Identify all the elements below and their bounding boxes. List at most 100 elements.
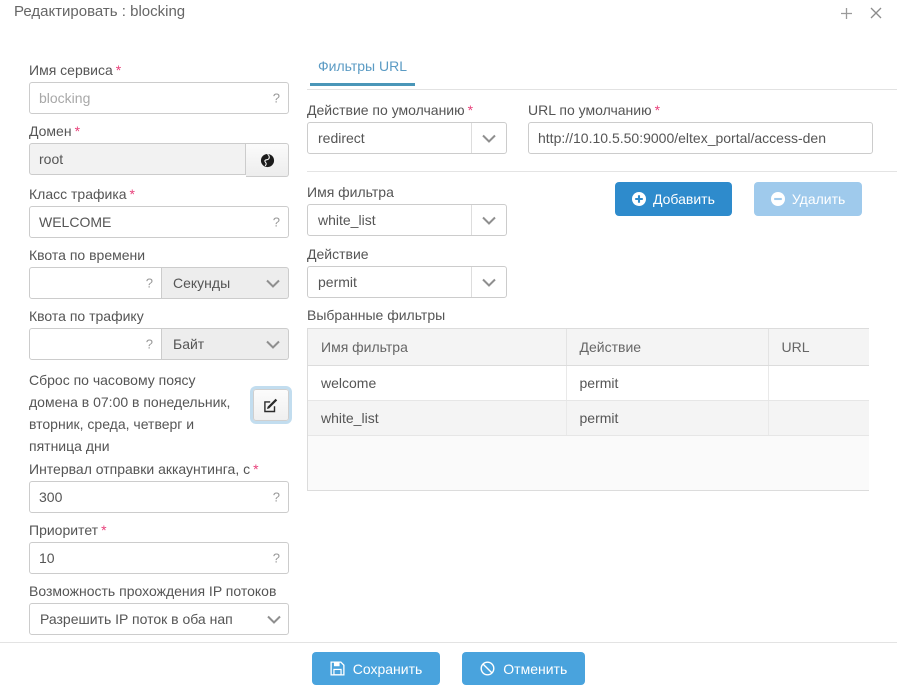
ip-flow-value: Разрешить IP поток в оба нап [30,611,260,627]
field-action: Действие permit [307,246,897,298]
required-asterisk: * [101,522,106,538]
required-asterisk: * [116,62,121,78]
column-header-url: URL [768,329,869,366]
plus-icon[interactable] [835,2,857,24]
delete-filter-label: Удалить [792,191,845,207]
tab-bar: Фильтры URL [307,58,897,90]
field-traffic-quota: Квота по трафику ? Байт [29,308,289,360]
required-asterisk: * [75,123,80,139]
filter-name-select[interactable]: white_list [307,204,507,236]
default-action-value: redirect [308,130,471,146]
action-select[interactable]: permit [307,266,507,298]
time-quota-unit-select[interactable]: Секунды [162,267,289,299]
default-action-select[interactable]: redirect [307,122,507,154]
delete-filter-button[interactable]: Удалить [754,182,862,216]
selected-filters-table: Имя фильтра Действие URL welcome permit … [307,328,869,491]
tab-url-filters[interactable]: Фильтры URL [310,58,415,86]
section-divider [307,171,897,172]
ip-flow-select[interactable]: Разрешить IP поток в оба нап [29,603,289,635]
plus-circle-icon [632,192,646,206]
action-label: Действие [307,246,507,263]
service-name-label: Имя сервиса* [29,62,289,79]
cell-url [768,401,869,436]
minus-circle-icon [771,192,785,206]
field-filter-name: Имя фильтра white_list [307,184,507,236]
close-icon[interactable] [865,2,887,24]
chevron-down-icon [471,123,506,153]
globe-icon[interactable] [246,143,289,177]
floppy-save-icon [330,661,345,676]
add-filter-label: Добавить [653,191,715,207]
action-value: permit [308,274,471,290]
ip-flow-label: Возможность прохождения IP потоков [29,583,289,600]
save-button[interactable]: Сохранить [312,652,441,685]
table-header-row: Имя фильтра Действие URL [308,329,869,366]
time-quota-label: Квота по времени [29,247,289,264]
chevron-down-icon [266,279,280,288]
field-domain: Домен* [29,123,289,177]
traffic-class-label: Класс трафика* [29,186,289,203]
default-settings-row: Действие по умолчанию* redirect URL по у… [307,102,897,154]
required-asterisk: * [130,186,135,202]
domain-input[interactable] [29,143,246,175]
dialog-header: Редактировать : blocking [0,0,897,36]
time-quota-unit-value: Секунды [173,275,230,291]
field-service-name: Имя сервиса* ? [29,62,289,114]
header-actions [835,2,887,24]
cancel-button[interactable]: Отменить [462,652,585,685]
priority-input[interactable] [29,542,289,574]
edit-pencil-icon[interactable] [253,389,289,421]
dialog-footer: Сохранить Отменить [0,642,897,688]
field-default-action: Действие по умолчанию* redirect [307,102,507,154]
traffic-quota-unit-select[interactable]: Байт [162,328,289,360]
time-quota-input[interactable] [29,267,162,299]
accounting-interval-input[interactable] [29,481,289,513]
field-time-quota: Квота по времени ? Секунды [29,247,289,299]
table-row[interactable]: white_list permit [308,401,869,436]
domain-label: Домен* [29,123,289,140]
dialog-body: Имя сервиса* ? Домен* Клас [0,36,897,642]
filter-name-label: Имя фильтра [307,184,507,201]
column-header-action: Действие [566,329,768,366]
add-filter-button[interactable]: Добавить [615,182,732,216]
timezone-reset-text: Сброс по часовому поясу домена в 07:00 в… [29,369,234,457]
chevron-down-icon [471,267,506,297]
cell-action: permit [566,401,768,436]
cell-action: permit [566,366,768,401]
cell-url [768,366,869,401]
filter-name-value: white_list [308,212,471,228]
field-priority: Приоритет* ? [29,522,289,574]
traffic-quota-input[interactable] [29,328,162,360]
column-header-filter-name: Имя фильтра [308,329,566,366]
table-row[interactable]: welcome permit [308,366,869,401]
selected-filters-label: Выбранные фильтры [307,307,897,323]
timezone-reset-block: Сброс по часовому поясу домена в 07:00 в… [29,369,289,457]
save-button-label: Сохранить [353,661,423,677]
chevron-down-icon [260,604,288,634]
field-traffic-class: Класс трафика* ? [29,186,289,238]
field-default-url: URL по умолчанию* [528,102,873,154]
field-ip-flow: Возможность прохождения IP потоков Разре… [29,583,289,635]
accounting-interval-label: Интервал отправки аккаунтинга, с* [29,461,289,478]
dialog-title: Редактировать : blocking [14,3,185,20]
ban-circle-icon [480,661,495,676]
field-accounting-interval: Интервал отправки аккаунтинга, с* ? [29,461,289,513]
left-form-column: Имя сервиса* ? Домен* Клас [29,62,289,644]
filter-action-buttons: Добавить Удалить [615,182,862,216]
required-asterisk: * [468,102,473,118]
service-name-input[interactable] [29,82,289,114]
default-action-label: Действие по умолчанию* [307,102,507,119]
right-panel-column: Фильтры URL Действие по умолчанию* redir… [307,58,897,491]
priority-label: Приоритет* [29,522,289,539]
traffic-quota-label: Квота по трафику [29,308,289,325]
cell-filter-name: white_list [308,401,566,436]
traffic-quota-unit-value: Байт [173,336,204,352]
default-url-input[interactable] [528,122,873,154]
default-url-label: URL по умолчанию* [528,102,873,119]
cancel-button-label: Отменить [503,661,567,677]
cell-filter-name: welcome [308,366,566,401]
required-asterisk: * [253,461,258,477]
chevron-down-icon [266,340,280,349]
traffic-class-input[interactable] [29,206,289,238]
chevron-down-icon [471,205,506,235]
